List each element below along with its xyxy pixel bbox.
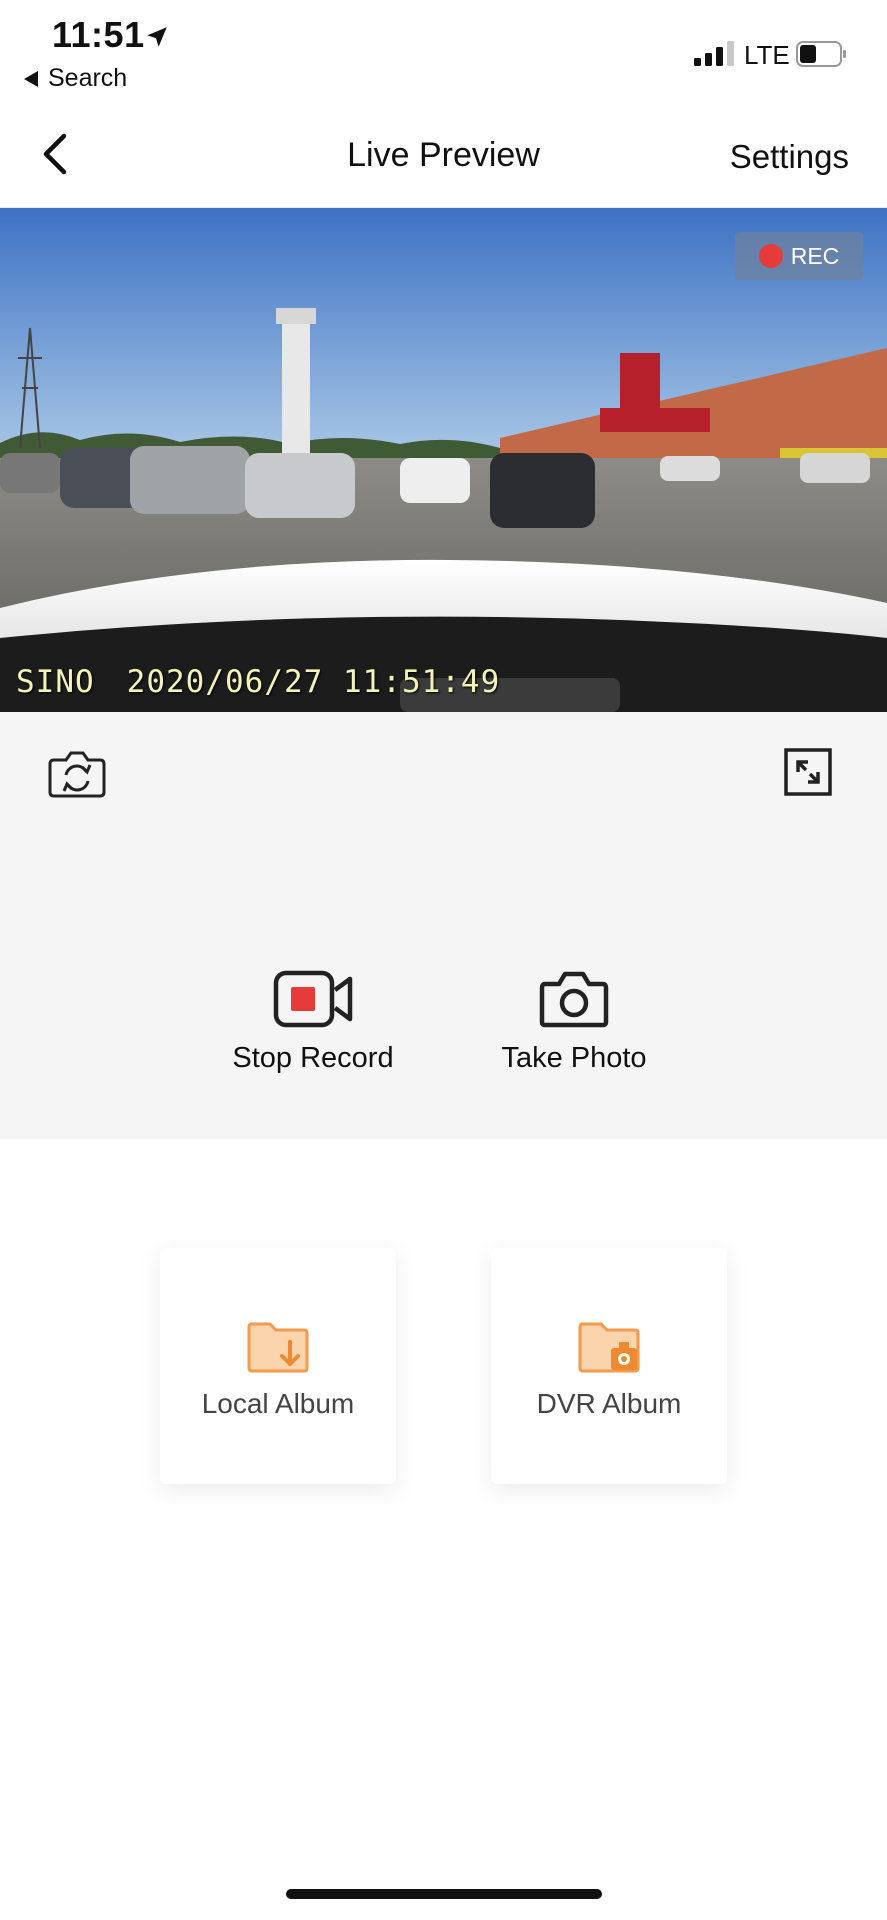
camera-icon [539,971,609,1028]
live-video-preview[interactable]: REC SINO 2020/06/27 11:51:49 [0,208,887,712]
local-album-label: Local Album [201,1388,355,1419]
cellular-signal-icon [694,41,734,66]
stop-record-button[interactable]: Stop Record [213,970,413,1075]
dvr-album-label: DVR Album [536,1388,682,1419]
home-indicator[interactable] [286,1889,602,1899]
control-panel: Stop Record Take Photo [0,712,887,1139]
settings-button[interactable]: Settings [730,138,849,176]
location-arrow-icon [147,27,167,47]
nav-bar: Live Preview Settings [0,100,887,208]
video-timestamp-overlay: SINO 2020/06/27 11:51:49 [16,664,500,700]
status-time: 11:51 [52,14,145,55]
fullscreen-icon[interactable] [784,748,832,796]
status-bar: 11:51 Search LTE [0,0,887,100]
osd-brand: SINO [16,664,95,700]
osd-timestamp: 2020/06/27 11:51:49 [126,664,501,700]
recording-label: REC [790,242,840,269]
folder-dashcam-icon [578,1322,640,1373]
back-triangle-icon [24,70,38,87]
battery-icon [796,41,846,67]
take-photo-label: Take Photo [501,1042,647,1074]
back-app-label: Search [48,64,128,92]
folder-download-icon [247,1322,309,1373]
dvr-album-card[interactable]: DVR Album [491,1248,727,1484]
video-record-icon [273,970,353,1028]
dashcam-scene-image [0,208,887,712]
network-type: LTE [744,40,790,70]
recording-badge: REC [735,232,863,280]
take-photo-button[interactable]: Take Photo [474,970,674,1075]
local-album-card[interactable]: Local Album [160,1248,396,1484]
stop-record-label: Stop Record [232,1042,394,1074]
back-to-search[interactable]: Search [24,64,127,93]
switch-camera-icon[interactable] [48,748,106,800]
recording-dot-icon [758,244,783,268]
